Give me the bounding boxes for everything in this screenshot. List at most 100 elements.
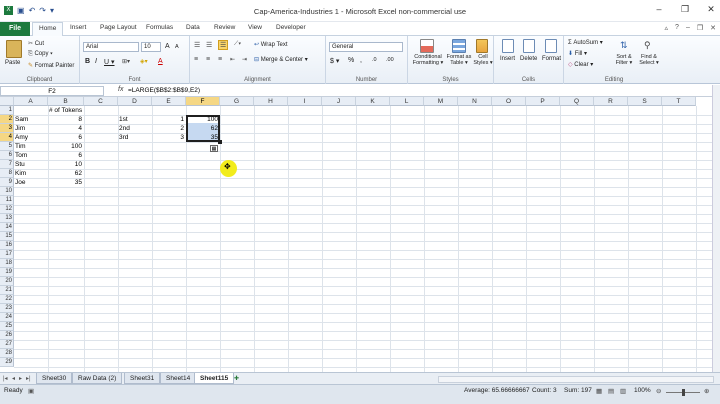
cell-b6[interactable]: 6 bbox=[48, 151, 84, 160]
formula-input[interactable]: =LARGE($B$2:$B$9,E2) bbox=[128, 86, 200, 96]
sheet-tab-sheet115[interactable]: Sheet115 bbox=[194, 373, 235, 384]
cell-styles-button[interactable]: Cell Styles ▾ bbox=[472, 54, 494, 66]
align-top-icon[interactable]: ☰ bbox=[194, 41, 200, 49]
row-header-23[interactable]: 23 bbox=[0, 304, 14, 313]
first-sheet-icon[interactable]: |◂ bbox=[3, 375, 8, 382]
column-header-l[interactable]: L bbox=[390, 97, 424, 106]
insert-sheet-icon[interactable]: ✚ bbox=[234, 375, 239, 382]
cell-e3[interactable]: 2 bbox=[152, 124, 186, 133]
column-header-a[interactable]: A bbox=[14, 97, 48, 106]
column-header-d[interactable]: D bbox=[118, 97, 152, 106]
bold-button[interactable]: B bbox=[85, 58, 90, 65]
tab-view[interactable]: View bbox=[248, 24, 262, 31]
column-header-o[interactable]: O bbox=[492, 97, 526, 106]
row-header-1[interactable]: 1 bbox=[0, 106, 14, 115]
column-header-h[interactable]: H bbox=[254, 97, 288, 106]
column-header-r[interactable]: R bbox=[594, 97, 628, 106]
comma-button[interactable]: , bbox=[360, 57, 362, 64]
format-button[interactable]: Format bbox=[542, 56, 561, 62]
font-size-select[interactable]: 10 bbox=[141, 42, 161, 52]
row-header-27[interactable]: 27 bbox=[0, 340, 14, 349]
delete-button[interactable]: Delete bbox=[520, 56, 537, 62]
row-header-25[interactable]: 25 bbox=[0, 322, 14, 331]
cell-a7[interactable]: Stu bbox=[14, 160, 26, 169]
row-header-20[interactable]: 20 bbox=[0, 277, 14, 286]
cut-button[interactable]: ✂ Cut bbox=[28, 40, 44, 47]
fill-button[interactable]: ⬇ Fill ▾ bbox=[568, 50, 587, 57]
quick-analysis-icon[interactable]: ▦ bbox=[210, 145, 218, 152]
column-header-t[interactable]: T bbox=[662, 97, 696, 106]
font-name-select[interactable]: Arial bbox=[83, 42, 139, 52]
minimize-icon[interactable]: – bbox=[652, 4, 666, 15]
row-header-6[interactable]: 6 bbox=[0, 151, 14, 160]
cell-a5[interactable]: Tim bbox=[14, 142, 27, 151]
column-header-b[interactable]: B bbox=[48, 97, 84, 106]
cell-b1[interactable]: # of Tokens bbox=[48, 106, 83, 115]
cell-b3[interactable]: 4 bbox=[48, 124, 84, 133]
row-header-3[interactable]: 3 bbox=[0, 124, 14, 133]
autosum-button[interactable]: Σ AutoSum ▾ bbox=[568, 39, 603, 46]
cell-e2[interactable]: 1 bbox=[152, 115, 186, 124]
row-header-21[interactable]: 21 bbox=[0, 286, 14, 295]
tab-file[interactable]: File bbox=[0, 22, 30, 36]
row-header-5[interactable]: 5 bbox=[0, 142, 14, 151]
column-header-f[interactable]: F bbox=[186, 97, 220, 106]
increase-indent-icon[interactable]: ⇥ bbox=[242, 56, 247, 63]
tab-insert[interactable]: Insert bbox=[70, 24, 86, 31]
cell-f2[interactable]: 100 bbox=[186, 115, 220, 124]
align-left-icon[interactable]: ≡ bbox=[194, 56, 198, 63]
worksheet-grid[interactable]: A B C D E F G H I J K L M N O P Q R S T 1 2 3 4 5 6 7 8 9 10 11 12 13 14 1… bbox=[0, 97, 712, 372]
cell-styles-icon[interactable] bbox=[476, 39, 488, 53]
row-header-19[interactable]: 19 bbox=[0, 268, 14, 277]
row-header-7[interactable]: 7 bbox=[0, 160, 14, 169]
format-table-icon[interactable] bbox=[452, 39, 466, 53]
format-cells-icon[interactable] bbox=[545, 39, 557, 53]
column-header-c[interactable]: C bbox=[84, 97, 118, 106]
cell-b8[interactable]: 62 bbox=[48, 169, 84, 178]
row-header-8[interactable]: 8 bbox=[0, 169, 14, 178]
row-header-14[interactable]: 14 bbox=[0, 223, 14, 232]
cell-a6[interactable]: Tom bbox=[14, 151, 28, 160]
row-header-10[interactable]: 10 bbox=[0, 187, 14, 196]
align-center-icon[interactable]: ≡ bbox=[206, 56, 210, 63]
format-painter-button[interactable]: ✎ Format Painter bbox=[28, 62, 74, 69]
column-header-i[interactable]: I bbox=[288, 97, 322, 106]
row-header-4[interactable]: 4 bbox=[0, 133, 14, 142]
zoom-level[interactable]: 100% bbox=[634, 387, 651, 394]
sort-filter-button[interactable]: Sort & Filter ▾ bbox=[612, 54, 636, 66]
row-header-18[interactable]: 18 bbox=[0, 259, 14, 268]
restore-icon[interactable]: ❐ bbox=[678, 4, 692, 15]
insert-button[interactable]: Insert bbox=[500, 56, 515, 62]
normal-view-icon[interactable]: ▦ bbox=[596, 387, 602, 395]
macro-record-icon[interactable]: ▣ bbox=[28, 387, 34, 395]
last-sheet-icon[interactable]: ▸| bbox=[26, 375, 31, 382]
sheet-tab-sheet30[interactable]: Sheet30 bbox=[36, 373, 73, 384]
increase-decimal-button[interactable]: .0 bbox=[372, 57, 377, 63]
tab-home[interactable]: Home bbox=[32, 22, 64, 37]
orientation-icon[interactable]: ⟋▾ bbox=[234, 41, 241, 48]
minimize-ribbon-icon[interactable]: ▵ bbox=[665, 24, 669, 32]
insert-function-button[interactable]: fx bbox=[118, 86, 123, 93]
tab-formulas[interactable]: Formulas bbox=[146, 24, 173, 31]
horizontal-scrollbar[interactable] bbox=[438, 376, 714, 383]
wrap-text-button[interactable]: ↩ Wrap Text bbox=[254, 41, 288, 48]
align-bottom-icon[interactable]: ☰ bbox=[218, 40, 229, 50]
cell-a2[interactable]: Sam bbox=[14, 115, 29, 124]
cell-e4[interactable]: 3 bbox=[152, 133, 186, 142]
sheet-tab-sheet14[interactable]: Sheet14 bbox=[160, 373, 197, 384]
tab-review[interactable]: Review bbox=[214, 24, 235, 31]
paste-icon[interactable] bbox=[6, 40, 22, 58]
copy-button[interactable]: ⎘ Copy ▾ bbox=[28, 51, 53, 58]
column-header-j[interactable]: J bbox=[322, 97, 356, 106]
row-header-28[interactable]: 28 bbox=[0, 349, 14, 358]
next-sheet-icon[interactable]: ▸ bbox=[19, 375, 22, 382]
wb-restore-icon[interactable]: ❐ bbox=[697, 24, 703, 32]
row-header-24[interactable]: 24 bbox=[0, 313, 14, 322]
row-header-2[interactable]: 2 bbox=[0, 115, 14, 124]
tab-developer[interactable]: Developer bbox=[276, 24, 306, 31]
help-icon[interactable]: ? bbox=[675, 24, 679, 32]
sort-filter-icon[interactable]: ⇅ bbox=[620, 40, 628, 51]
merge-center-button[interactable]: ⊟ Merge & Center ▾ bbox=[254, 56, 308, 63]
number-format-select[interactable]: General bbox=[329, 42, 403, 52]
clear-button[interactable]: ◇ Clear ▾ bbox=[568, 61, 593, 68]
